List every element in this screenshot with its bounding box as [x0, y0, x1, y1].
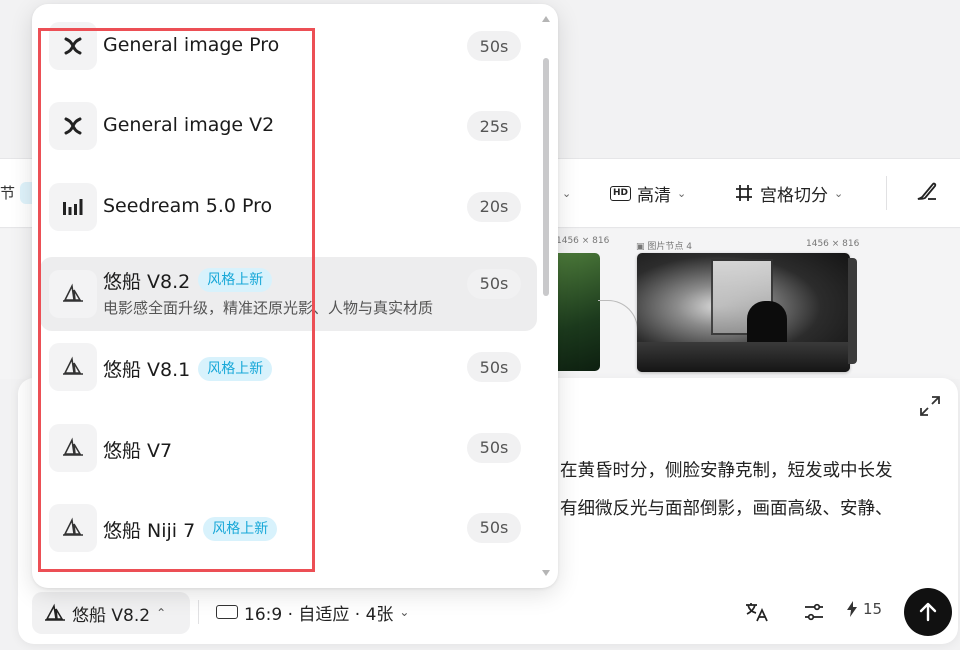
brush-icon[interactable]	[914, 178, 940, 204]
quality-label: 高清	[637, 185, 672, 206]
sailboat-icon	[49, 343, 97, 392]
model-select-label: 悠船 V8.2	[72, 605, 151, 626]
grid-icon	[736, 185, 752, 201]
model-option-name: 悠船 V8.2 风格上新	[103, 267, 273, 294]
model-option-label: General image V2	[103, 114, 275, 137]
sailboat-icon	[49, 423, 97, 472]
node-size-left: 1456 × 816	[556, 236, 610, 246]
credit-value: 15	[863, 600, 883, 618]
edge-chip-text: 节	[0, 184, 16, 202]
prompt-text[interactable]: 在黄昏时分，侧脸安静克制，短发或中长发 有细微反光与面部倒影，画面高级、安静、	[560, 452, 940, 528]
model-option-label: 悠船 V8.2	[103, 270, 191, 293]
scroll-down-arrow[interactable]	[542, 570, 550, 576]
send-button[interactable]	[904, 588, 952, 636]
image-node-title: 图片节点 4	[647, 242, 692, 252]
model-option[interactable]: 悠船 V8.1 风格上新 50s	[40, 337, 537, 397]
generation-time-badge: 50s	[467, 352, 521, 383]
image-stack-edge	[848, 258, 857, 364]
image-node-partial[interactable]	[556, 253, 600, 371]
model-option[interactable]: General image V2 25s	[40, 96, 537, 156]
prompt-line-1: 在黄昏时分，侧脸安静克制，短发或中长发	[560, 461, 893, 481]
x-cross-icon	[49, 102, 97, 151]
prompt-line-2: 有细微反光与面部倒影，画面高级、安静、	[560, 499, 893, 519]
model-option-name: 悠船 V7	[103, 436, 172, 463]
generation-time-badge: 50s	[467, 268, 521, 299]
chevron-down-icon: ⌄	[399, 605, 410, 619]
x-cross-icon	[49, 22, 97, 70]
model-option[interactable]: General image Pro 50s	[40, 16, 537, 76]
model-option-label: 悠船 V8.1	[103, 359, 191, 382]
lightning-icon	[847, 601, 857, 617]
node-size-right: 1456 × 816	[806, 239, 860, 249]
dropdown-scrollbar[interactable]	[542, 16, 550, 576]
new-style-badge: 风格上新	[203, 517, 278, 542]
scroll-up-arrow[interactable]	[542, 16, 550, 22]
quality-select[interactable]: HD 高清 ⌄	[610, 180, 686, 206]
credit-counter: 15	[846, 600, 882, 618]
model-dropdown: General image Pro 50s General image V2 25s S…	[32, 4, 558, 588]
grid-split-select[interactable]: 宫格切分 ⌄	[734, 180, 843, 206]
sliders-icon[interactable]	[802, 600, 826, 624]
generation-time-badge: 20s	[467, 191, 521, 222]
model-option-label: 悠船 V7	[103, 439, 173, 462]
ratio-select[interactable]: 16:9 · 自适应 · 4张 ⌄	[216, 600, 410, 625]
chevron-down-icon: ⌄	[562, 186, 572, 200]
model-option-label: 悠船 Niji 7	[103, 519, 196, 542]
model-option-name: Seedream 5.0 Pro	[103, 195, 272, 217]
photo-floor	[637, 342, 850, 372]
new-style-badge: 风格上新	[198, 356, 273, 381]
model-option[interactable]: 悠船 V8.2 风格上新电影感全面升级，精准还原光影、人物与真实材质 50s	[40, 256, 537, 331]
model-option[interactable]: Seedream 5.0 Pro 20s	[40, 177, 537, 237]
generation-time-badge: 50s	[467, 512, 521, 543]
arrow-up-icon	[919, 602, 937, 622]
sailboat-icon	[45, 603, 65, 621]
chevron-down-icon: ⌄	[834, 186, 844, 200]
model-option-name: General image Pro	[103, 34, 279, 56]
model-option-label: General image Pro	[103, 34, 280, 56]
chevron-down-icon: ⌄	[677, 186, 687, 200]
scrollbar-thumb[interactable]	[543, 58, 549, 296]
image-node-label: ▣ 图片节点 4	[636, 242, 692, 252]
translate-icon[interactable]	[744, 600, 770, 624]
hd-icon: HD	[610, 185, 632, 201]
chevron-up-icon: ⌃	[156, 606, 167, 620]
bottom-bar-divider	[198, 600, 199, 624]
generation-time-badge: 50s	[467, 31, 521, 61]
model-option[interactable]: 悠船 Niji 7 风格上新 50s	[40, 498, 537, 558]
grid-split-label: 宫格切分	[760, 185, 828, 206]
model-option-name: 悠船 V8.1 风格上新	[103, 355, 273, 382]
model-select-button[interactable]: 悠船 V8.2 ⌃	[32, 592, 190, 634]
model-option-label: Seedream 5.0 Pro	[103, 194, 273, 217]
expand-icon[interactable]	[918, 394, 942, 418]
model-option-description: 电影感全面升级，精准还原光影、人物与真实材质	[103, 298, 434, 317]
sailboat-icon	[49, 269, 97, 318]
image-node-4[interactable]	[637, 253, 850, 372]
aspect-ratio-icon	[216, 605, 238, 619]
toolbar-caret[interactable]: ⌄	[562, 180, 571, 206]
model-option[interactable]: 悠船 V7 50s	[40, 418, 537, 478]
bars-icon	[49, 182, 97, 231]
toolbar-divider	[886, 176, 887, 210]
ratio-label: 16:9 · 自适应 · 4张	[244, 604, 394, 625]
generation-time-badge: 25s	[467, 111, 521, 142]
model-option-name: General image V2	[103, 114, 274, 136]
sailboat-icon	[49, 503, 97, 552]
new-style-badge: 风格上新	[198, 268, 273, 293]
generation-time-badge: 50s	[467, 432, 521, 463]
model-option-name: 悠船 Niji 7 风格上新	[103, 516, 278, 543]
